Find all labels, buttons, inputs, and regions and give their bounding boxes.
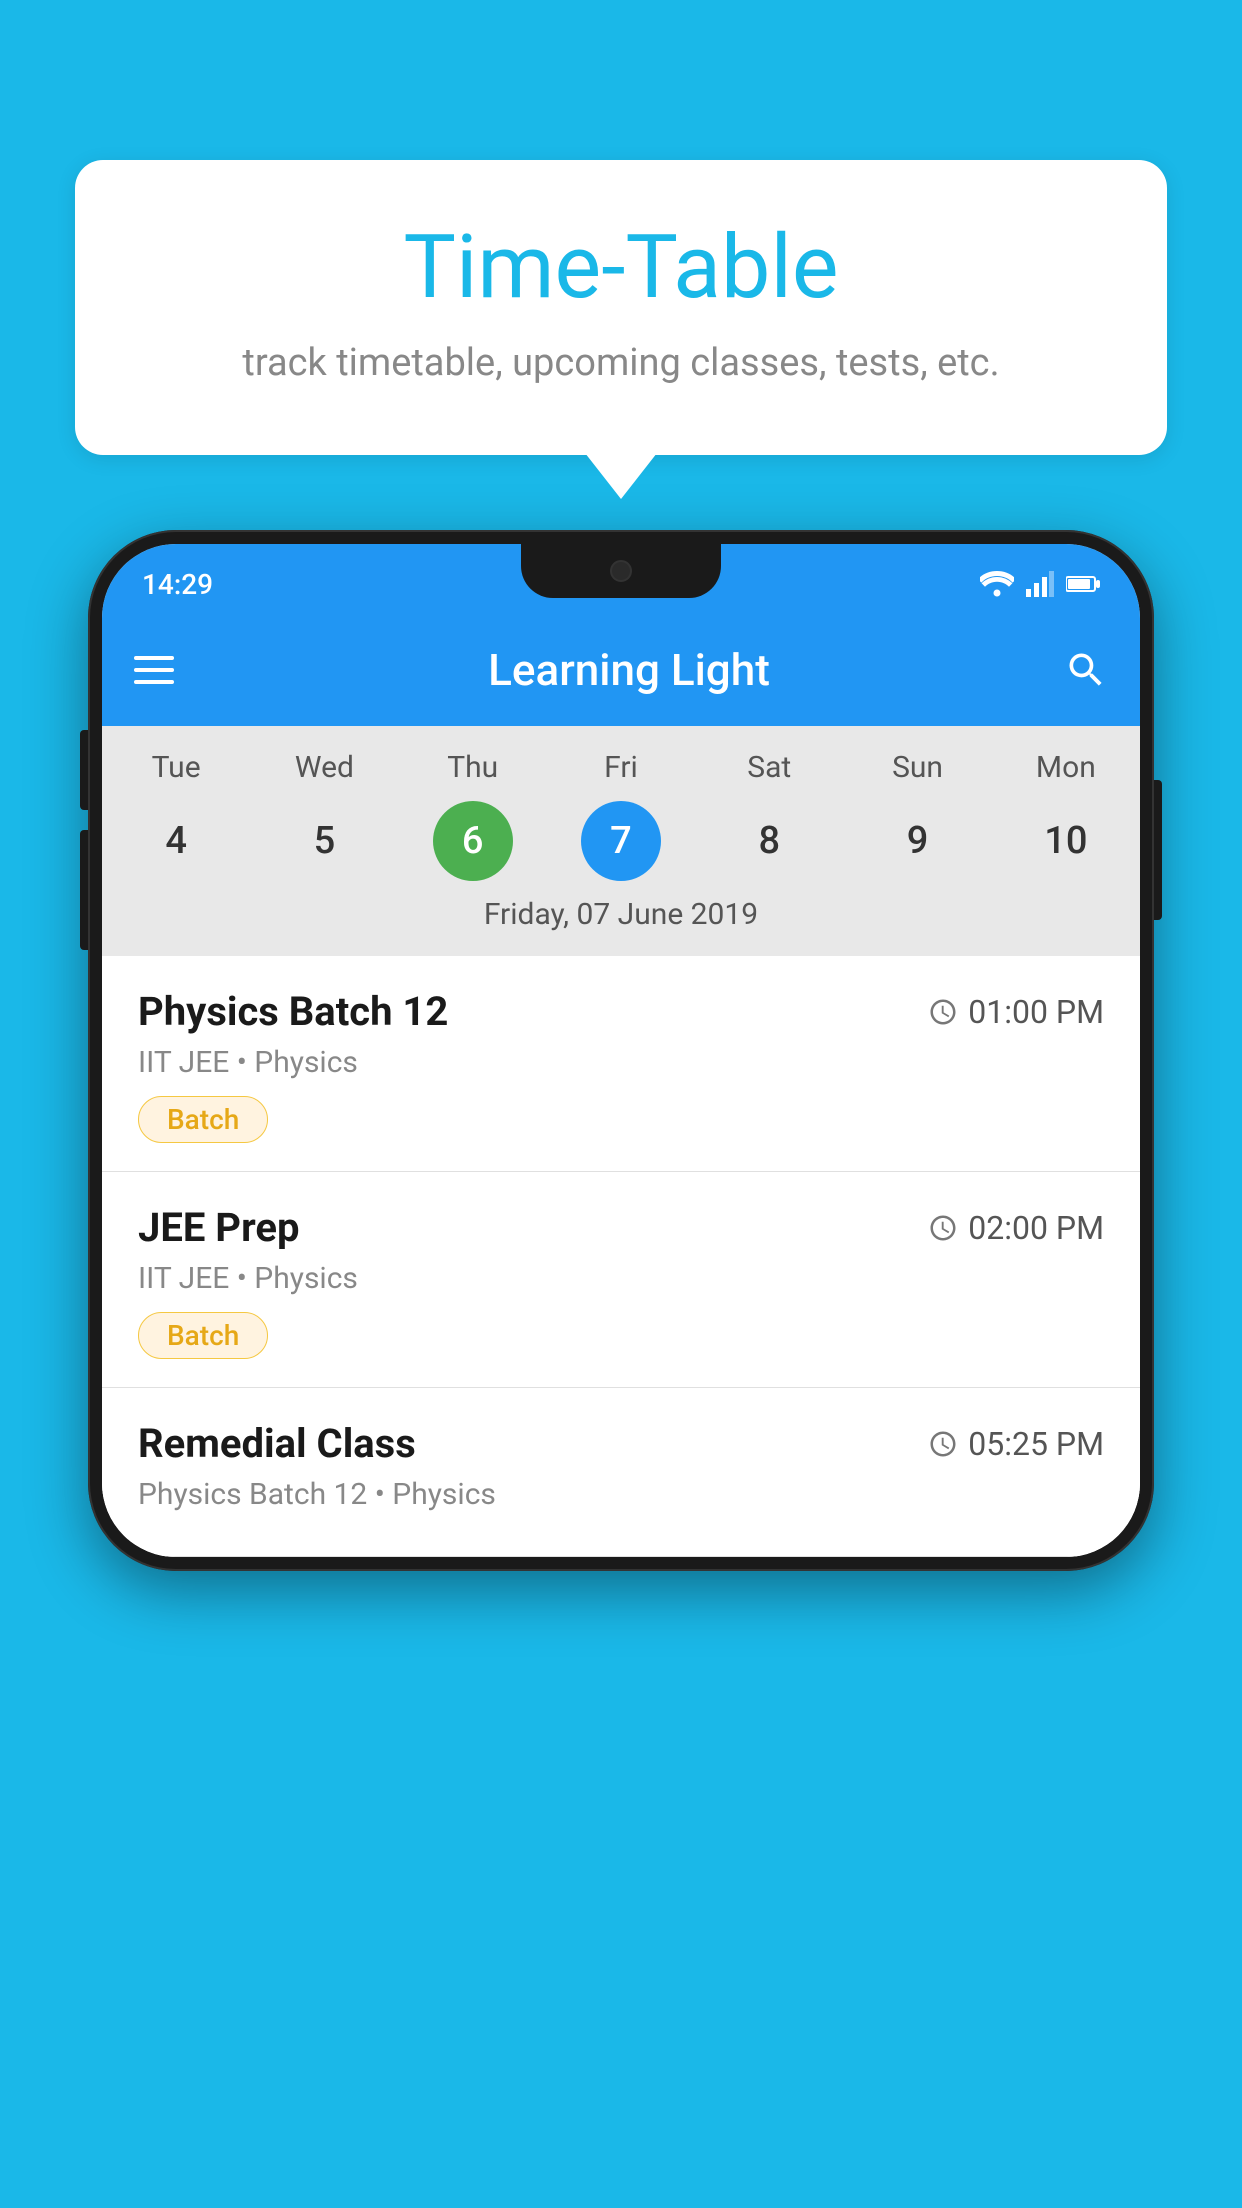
day-header-tue: Tue: [116, 750, 236, 785]
hamburger-menu-button[interactable]: [134, 656, 174, 684]
wifi-icon: [980, 571, 1014, 597]
schedule-item-1-tag: Batch: [138, 1096, 268, 1143]
schedule-item-2-header: JEE Prep 02:00 PM: [138, 1204, 1104, 1251]
schedule-item-2-tag: Batch: [138, 1312, 268, 1359]
date-4[interactable]: 4: [136, 801, 216, 881]
search-icon[interactable]: [1064, 648, 1108, 692]
schedule-item-1-title: Physics Batch 12: [138, 988, 448, 1035]
schedule-item-3[interactable]: Remedial Class 05:25 PM Physics Batch 12…: [102, 1388, 1140, 1557]
day-header-mon: Mon: [1006, 750, 1126, 785]
status-icons: [980, 571, 1100, 597]
schedule-item-2-title: JEE Prep: [138, 1204, 299, 1251]
day-numbers: 4 5 6 7 8 9 10: [102, 801, 1140, 881]
schedule-item-3-meta: Physics Batch 12 • Physics: [138, 1477, 1104, 1512]
volume-up-button: [80, 730, 88, 810]
schedule-item-1-time: 01:00 PM: [928, 993, 1104, 1031]
schedule-item-2[interactable]: JEE Prep 02:00 PM IIT JEE • Physics Batc…: [102, 1172, 1140, 1388]
date-9[interactable]: 9: [878, 801, 958, 881]
calendar-strip: Tue Wed Thu Fri Sat Sun Mon 4 5 6 7 8 9 …: [102, 726, 1140, 956]
schedule-item-3-time-text: 05:25 PM: [968, 1425, 1104, 1463]
app-title: Learning Light: [226, 644, 1032, 696]
schedule-item-1[interactable]: Physics Batch 12 01:00 PM IIT JEE • Phys…: [102, 956, 1140, 1172]
bubble-title: Time-Table: [155, 220, 1087, 317]
date-10[interactable]: 10: [1026, 801, 1106, 881]
day-header-fri: Fri: [561, 750, 681, 785]
day-header-thu: Thu: [413, 750, 533, 785]
schedule-item-1-time-text: 01:00 PM: [968, 993, 1104, 1031]
clock-icon-3: [928, 1429, 958, 1459]
selected-date-label: Friday, 07 June 2019: [102, 897, 1140, 940]
volume-down-button: [80, 830, 88, 950]
status-time: 14:29: [142, 568, 213, 601]
speech-bubble: Time-Table track timetable, upcoming cla…: [75, 160, 1167, 455]
day-header-wed: Wed: [264, 750, 384, 785]
schedule-list: Physics Batch 12 01:00 PM IIT JEE • Phys…: [102, 956, 1140, 1557]
day-header-sun: Sun: [858, 750, 978, 785]
power-button: [1154, 780, 1162, 920]
day-header-sat: Sat: [709, 750, 829, 785]
front-camera: [610, 560, 632, 582]
phone-notch: [521, 544, 721, 598]
schedule-item-3-header: Remedial Class 05:25 PM: [138, 1420, 1104, 1467]
schedule-item-3-time: 05:25 PM: [928, 1425, 1104, 1463]
schedule-item-3-title: Remedial Class: [138, 1420, 416, 1467]
date-6-today[interactable]: 6: [433, 801, 513, 881]
phone-frame: 14:29: [88, 530, 1154, 1571]
date-7-selected[interactable]: 7: [581, 801, 661, 881]
day-headers: Tue Wed Thu Fri Sat Sun Mon: [102, 750, 1140, 785]
speech-bubble-section: Time-Table track timetable, upcoming cla…: [75, 160, 1167, 455]
phone-wrapper: 14:29: [88, 530, 1154, 1571]
bubble-subtitle: track timetable, upcoming classes, tests…: [155, 341, 1087, 385]
clock-icon-2: [928, 1213, 958, 1243]
phone-screen: 14:29: [102, 544, 1140, 1557]
schedule-item-2-time: 02:00 PM: [928, 1209, 1104, 1247]
date-5[interactable]: 5: [284, 801, 364, 881]
schedule-item-2-meta: IIT JEE • Physics: [138, 1261, 1104, 1296]
schedule-item-1-header: Physics Batch 12 01:00 PM: [138, 988, 1104, 1035]
clock-icon-1: [928, 997, 958, 1027]
date-8[interactable]: 8: [729, 801, 809, 881]
app-bar: Learning Light: [102, 614, 1140, 726]
schedule-item-2-time-text: 02:00 PM: [968, 1209, 1104, 1247]
signal-icon: [1026, 571, 1054, 597]
schedule-item-1-meta: IIT JEE • Physics: [138, 1045, 1104, 1080]
battery-icon: [1066, 575, 1100, 593]
